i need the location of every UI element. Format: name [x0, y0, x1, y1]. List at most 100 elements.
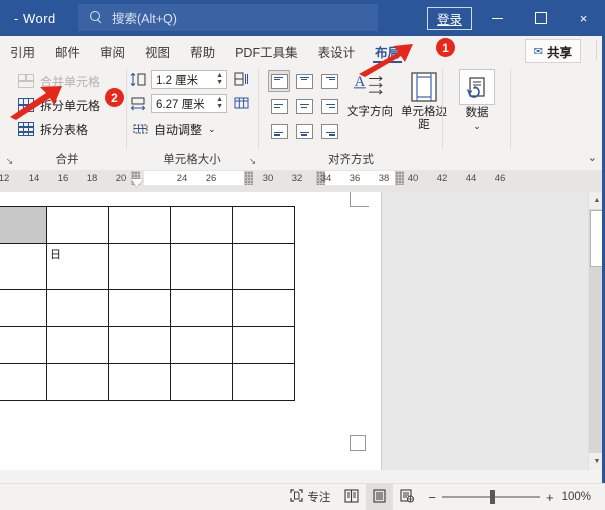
- row-height-stepper[interactable]: ▲ ▼: [216, 72, 223, 86]
- align-bottom-left-button[interactable]: [268, 120, 290, 142]
- tab-help[interactable]: 帮助: [180, 38, 225, 64]
- ruler-tick: 34: [320, 173, 332, 184]
- table-row[interactable]: [0, 289, 295, 327]
- ruler-tick: 24: [176, 173, 188, 184]
- ruler-text-region: [144, 171, 244, 185]
- ruler-tick: 20: [115, 173, 127, 184]
- table-cell[interactable]: [232, 363, 295, 401]
- zoom-slider[interactable]: − +: [428, 490, 553, 505]
- table-cell[interactable]: [170, 363, 233, 401]
- zoom-thumb[interactable]: [489, 490, 495, 504]
- data-chevron-down-icon: ⌄: [473, 121, 481, 131]
- cell-size-dialog-launcher[interactable]: ↘: [247, 156, 258, 167]
- read-mode-button[interactable]: [337, 484, 366, 510]
- horizontal-ruler[interactable]: 12 14 16 18 20 24 26 30 32 34 36 38 40 42 44 46: [0, 170, 605, 193]
- table-cell[interactable]: [0, 363, 47, 401]
- ruler-tick: 36: [349, 173, 361, 184]
- document-page[interactable]: 月日: [0, 192, 381, 470]
- table-cell[interactable]: [108, 206, 171, 244]
- table-cell[interactable]: [108, 326, 171, 364]
- collapse-ribbon-chevron-down-icon[interactable]: ⌄: [588, 151, 597, 164]
- autofit-command[interactable]: 自动调整 ⌄: [129, 118, 220, 140]
- print-layout-button[interactable]: [366, 484, 394, 510]
- table-cell[interactable]: [232, 289, 295, 327]
- maximize-button[interactable]: [519, 0, 562, 36]
- table-cell[interactable]: [46, 206, 109, 244]
- table-cell[interactable]: [46, 363, 109, 401]
- focus-mode-button[interactable]: 专注: [283, 484, 337, 510]
- table-row[interactable]: [0, 206, 295, 244]
- table-cell[interactable]: [170, 289, 233, 327]
- tab-references[interactable]: 引用: [0, 38, 45, 64]
- distribute-columns-icon[interactable]: [234, 96, 249, 110]
- table-cell[interactable]: [46, 289, 109, 327]
- align-middle-center-icon: [295, 98, 313, 114]
- table-cell[interactable]: [170, 243, 233, 290]
- print-layout-icon: [373, 488, 386, 506]
- zoom-percent-label[interactable]: 100%: [562, 491, 591, 503]
- zoom-track[interactable]: [441, 490, 540, 504]
- table-cell[interactable]: [0, 326, 47, 364]
- tab-mailings[interactable]: 邮件: [45, 38, 90, 64]
- table-cell[interactable]: [46, 326, 109, 364]
- sign-in-button[interactable]: 登录: [426, 7, 472, 30]
- table-cell[interactable]: [108, 289, 171, 327]
- column-width-input[interactable]: 6.27 厘米 ▲ ▼: [151, 94, 227, 113]
- tab-review[interactable]: 审阅: [90, 38, 135, 64]
- tab-label: PDF工具集: [235, 45, 298, 60]
- row-height-row: 1.2 厘米 ▲ ▼: [130, 70, 227, 89]
- table-end-handle[interactable]: [350, 435, 366, 451]
- table-cell[interactable]: [170, 326, 233, 364]
- minimize-button[interactable]: [476, 0, 519, 36]
- table-row[interactable]: [0, 326, 295, 364]
- indent-marker[interactable]: [131, 179, 143, 187]
- zoom-out-button[interactable]: −: [428, 490, 436, 505]
- align-bottom-right-button[interactable]: [318, 120, 340, 142]
- ruler-margin-marker[interactable]: [395, 171, 404, 185]
- table-row[interactable]: [0, 363, 295, 401]
- merge-dialog-launcher[interactable]: ↘: [4, 156, 15, 167]
- tab-label: 表设计: [317, 45, 356, 60]
- close-button[interactable]: ×: [562, 0, 605, 36]
- document-canvas[interactable]: 月日: [0, 192, 605, 470]
- table-cell[interactable]: 月: [0, 243, 47, 290]
- table-cell[interactable]: [232, 326, 295, 364]
- table-cell[interactable]: [232, 206, 295, 244]
- table-cell[interactable]: [108, 243, 171, 290]
- table-cell[interactable]: [232, 243, 295, 290]
- row-height-input[interactable]: 1.2 厘米 ▲ ▼: [151, 70, 227, 89]
- tab-view[interactable]: 视图: [135, 38, 180, 64]
- group-divider: [442, 69, 443, 149]
- ribbon-group-data: 数据 ⌄: [446, 64, 508, 170]
- data-button[interactable]: 数据 ⌄: [449, 69, 505, 131]
- align-bottom-center-button[interactable]: [293, 120, 315, 142]
- share-button[interactable]: ✉ 共享: [524, 39, 581, 63]
- align-middle-right-button[interactable]: [318, 95, 340, 117]
- tab-pdf-tools[interactable]: PDF工具集: [225, 38, 308, 64]
- align-top-left-button[interactable]: [268, 70, 290, 92]
- align-top-right-button[interactable]: [318, 70, 340, 92]
- align-middle-left-button[interactable]: [268, 95, 290, 117]
- distribute-rows-icon[interactable]: [234, 72, 249, 86]
- column-width-row: 6.27 厘米 ▲ ▼: [130, 94, 227, 113]
- table-cell-selected[interactable]: [0, 206, 47, 244]
- align-top-left-icon: [270, 73, 288, 89]
- document-table[interactable]: 月日: [0, 206, 295, 401]
- autofit-label: 自动调整: [154, 122, 203, 137]
- search-input[interactable]: 搜索(Alt+Q): [78, 4, 378, 31]
- cell-margins-button[interactable]: 单元格边距: [396, 70, 452, 132]
- table-row[interactable]: 月日: [0, 243, 295, 290]
- table-cell[interactable]: [108, 363, 171, 401]
- column-width-stepper[interactable]: ▲ ▼: [216, 96, 223, 110]
- web-layout-button[interactable]: [393, 484, 422, 510]
- align-middle-right-icon: [320, 98, 338, 114]
- align-top-center-button[interactable]: [293, 70, 315, 92]
- table-cell[interactable]: [170, 206, 233, 244]
- annotation-arrow-2: [10, 86, 62, 120]
- align-middle-center-button[interactable]: [293, 95, 315, 117]
- ruler-margin-marker[interactable]: [244, 171, 253, 185]
- table-cell[interactable]: 日: [46, 243, 109, 290]
- split-table-command[interactable]: 拆分表格: [14, 118, 92, 140]
- table-cell[interactable]: [0, 289, 47, 327]
- zoom-in-button[interactable]: +: [546, 490, 554, 505]
